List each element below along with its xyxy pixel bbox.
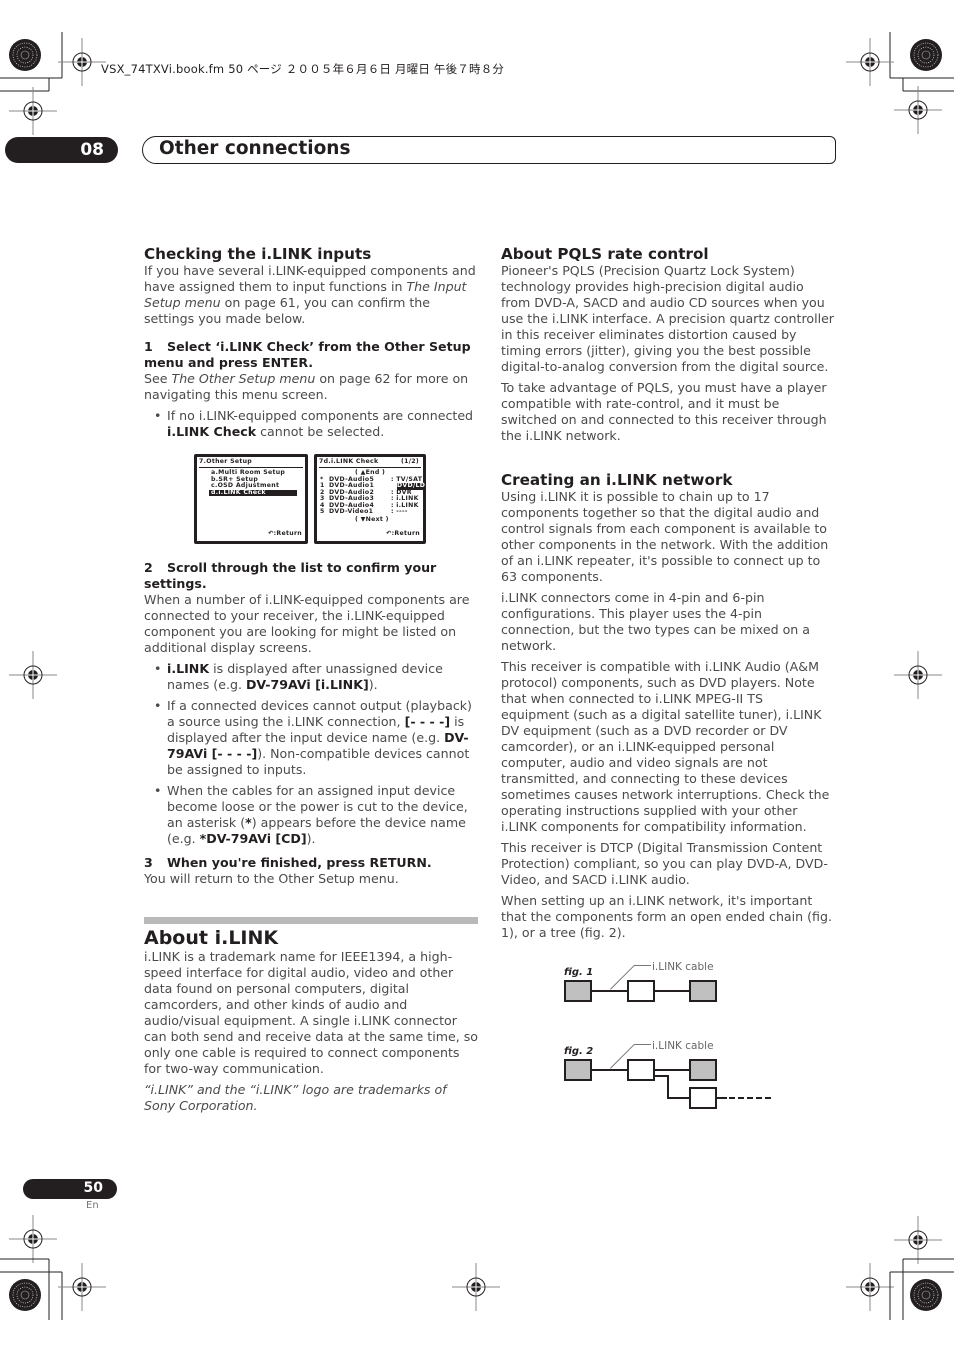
section-title-checking: Checking the i.LINK inputs — [144, 245, 372, 263]
osd-return-hint: ↶:Return — [386, 530, 420, 538]
osd-row-index: 5 — [320, 508, 325, 515]
step-1-body: See The Other Setup menu on page 62 for … — [144, 371, 469, 402]
network-paragraph: When setting up an i.LINK network, it's … — [501, 893, 832, 940]
step-2-body: When a number of i.LINK-equipped compone… — [144, 592, 470, 655]
page-number-badge: 50 — [23, 1179, 117, 1199]
cable-line — [655, 1069, 689, 1071]
list-item: When the cables for an assigned input de… — [144, 783, 480, 847]
trademark-note: “i.LINK” and the “i.LINK” logo are trade… — [144, 1082, 447, 1113]
section-title-about-ilink: About i.LINK — [144, 927, 279, 949]
component-node-end — [564, 980, 592, 1002]
network-figures: fig. 1 i.LINK cable fig. 2 i.LINK cable — [501, 949, 835, 1129]
cable-label: i.LINK cable — [652, 961, 714, 973]
pqls-paragraph: To take advantage of PQLS, you must have… — [501, 380, 827, 443]
component-node-end — [564, 1059, 592, 1081]
leader-line — [634, 965, 651, 966]
osd-screens: 7.Other Setup a.Multi Room Setup b.SR+ S… — [144, 454, 480, 548]
osd-ilink-check-screen: 7d.i.LINK Check (1/2) ( ▲End ) * DVD-Audi… — [314, 454, 426, 544]
cable-line — [667, 1097, 689, 1099]
component-node — [627, 1059, 655, 1081]
cable-line — [717, 1097, 727, 1099]
cable-line — [667, 1075, 669, 1099]
language-label: En — [86, 1200, 99, 1211]
chapter-badge: 08 — [5, 137, 118, 163]
osd-row-input: DVD-Video1 — [329, 508, 374, 515]
step-1-notes: If no i.LINK-equipped components are con… — [144, 408, 480, 440]
list-item: If a connected devices cannot output (pl… — [144, 698, 480, 778]
section-title-network: Creating an i.LINK network — [501, 471, 733, 489]
component-node — [627, 980, 655, 1002]
step-1-heading: 1 Select ‘i.LINK Check’ from the Other Se… — [144, 339, 471, 370]
checking-intro: If you have several i.LINK-equipped comp… — [144, 263, 476, 326]
chapter-number: 08 — [80, 140, 104, 160]
chapter-title-bar: Other connections — [142, 136, 836, 164]
osd-other-setup-screen: 7.Other Setup a.Multi Room Setup b.SR+ S… — [194, 454, 308, 544]
right-column: About PQLS rate control Pioneer's PQLS (… — [501, 245, 835, 1129]
leader-line — [634, 1044, 651, 1045]
cable-line — [592, 1069, 627, 1071]
cable-label: i.LINK cable — [652, 1040, 714, 1052]
page-number: 50 — [83, 1180, 103, 1196]
cable-line — [592, 990, 627, 992]
about-ilink-body: i.LINK is a trademark name for IEEE1394,… — [144, 949, 478, 1076]
section-divider — [144, 917, 478, 924]
component-node-end — [689, 980, 717, 1002]
network-paragraph: This receiver is compatible with i.LINK … — [501, 659, 830, 834]
osd-header: 7d.i.LINK Check (1/2) — [319, 458, 421, 468]
chapter-title: Other connections — [159, 138, 351, 159]
step-3-body: You will return to the Other Setup menu. — [144, 871, 399, 886]
pqls-paragraph: Pioneer's PQLS (Precision Quartz Lock Sy… — [501, 263, 834, 374]
left-column: Checking the i.LINK inputs If you have s… — [144, 245, 480, 1119]
cable-continuation-dashed — [729, 1097, 771, 1099]
osd-next-indicator: ( ▼Next ) — [355, 516, 389, 523]
step-2-heading: 2 Scroll through the list to confirm your… — [144, 560, 437, 591]
step-3-heading: 3 When you're finished, press RETURN. — [144, 855, 432, 870]
osd-menu-item-selected: d.i.LINK Check — [209, 489, 297, 497]
component-node — [689, 1087, 717, 1109]
osd-row-device: : ---- — [391, 508, 408, 515]
list-item: If no i.LINK-equipped components are con… — [144, 408, 480, 440]
section-title-pqls: About PQLS rate control — [501, 245, 709, 263]
fig-1-label: fig. 1 — [564, 967, 594, 978]
cable-line — [655, 990, 689, 992]
fig-2-label: fig. 2 — [564, 1046, 594, 1057]
osd-header: 7.Other Setup — [199, 458, 303, 468]
list-item: i.LINK is displayed after unassigned dev… — [144, 661, 480, 693]
print-metadata: VSX_74TXVi.book.fm 50 ページ ２００５年６月６日 月曜日 … — [101, 62, 505, 76]
step-2-notes: i.LINK is displayed after unassigned dev… — [144, 661, 480, 847]
network-paragraph: i.LINK connectors come in 4-pin and 6-pi… — [501, 590, 810, 653]
network-paragraph: This receiver is DTCP (Digital Transmiss… — [501, 840, 828, 887]
osd-return-hint: ↶:Return — [268, 530, 302, 538]
component-node-end — [689, 1059, 717, 1081]
network-paragraph: Using i.LINK it is possible to chain up … — [501, 489, 829, 584]
